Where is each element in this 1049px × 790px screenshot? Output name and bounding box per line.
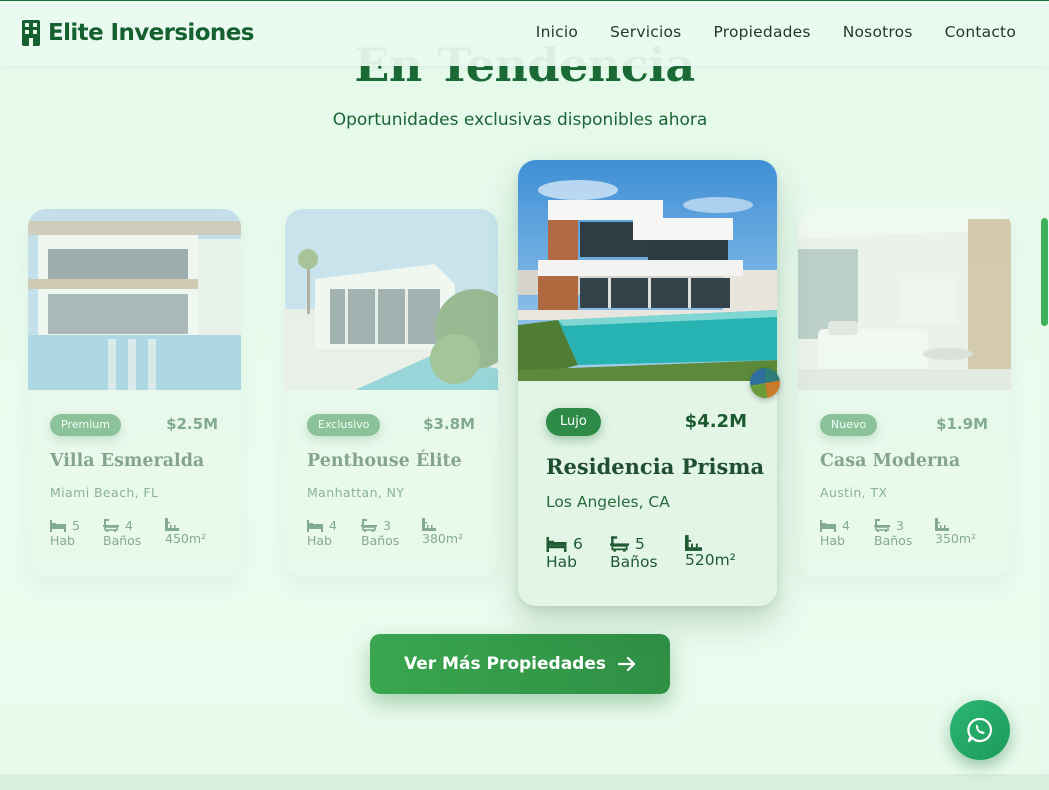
brand[interactable]: Elite Inversiones: [22, 18, 254, 48]
bath-icon: [361, 519, 377, 532]
beds-value: 6: [573, 535, 583, 553]
property-price: $1.9M: [936, 415, 988, 433]
property-badge: Lujo: [546, 408, 601, 436]
property-location: Austin, TX: [820, 485, 888, 500]
feature-area: 380m²: [422, 518, 463, 546]
property-location: Los Angeles, CA: [546, 493, 670, 511]
property-photo: [285, 209, 498, 390]
section-divider: [0, 774, 1049, 790]
scrollbar-thumb[interactable]: [1041, 218, 1048, 326]
ruler-icon: [935, 518, 949, 531]
property-badge: Premium: [50, 414, 121, 436]
bed-icon: [50, 519, 66, 532]
beds-label: Hab: [546, 553, 577, 571]
bath-icon: [874, 519, 890, 532]
ruler-icon: [422, 518, 436, 531]
area-value: 350m²: [935, 531, 977, 546]
baths-label: Baños: [361, 533, 400, 548]
arrow-right-icon: [618, 656, 636, 672]
beds-label: Hab: [50, 533, 75, 548]
property-photo: [28, 209, 241, 390]
feature-area: 450m²: [165, 518, 206, 546]
navbar: Elite Inversiones Inicio Servicios Propi…: [0, 0, 1049, 66]
bath-icon: [610, 536, 629, 552]
area-value: 450m²: [165, 531, 207, 546]
property-card-residencia-prisma[interactable]: Lujo $4.2M Residencia Prisma Los Angeles…: [518, 160, 777, 606]
feature-baths: 3 Baños: [874, 518, 912, 548]
scrollbar-track[interactable]: [1040, 66, 1049, 774]
feature-beds: 4 Hab: [307, 518, 337, 548]
baths-value: 4: [125, 518, 133, 533]
nav-link-nosotros[interactable]: Nosotros: [843, 23, 913, 41]
nav-link-inicio[interactable]: Inicio: [536, 23, 578, 41]
bed-icon: [307, 519, 323, 532]
baths-value: 3: [896, 518, 904, 533]
decorative-orb: [750, 368, 780, 398]
brand-name: Elite Inversiones: [48, 20, 254, 46]
property-badge: Nuevo: [820, 414, 878, 436]
property-card-penthouse-elite[interactable]: Exclusivo $3.8M Penthouse Élite Manhatta…: [285, 209, 498, 577]
property-card-casa-moderna[interactable]: Nuevo $1.9M Casa Moderna Austin, TX 4 Ha…: [798, 209, 1011, 577]
property-name: Casa Moderna: [820, 451, 961, 471]
beds-label: Hab: [307, 533, 332, 548]
property-price: $4.2M: [684, 411, 747, 432]
property-name: Residencia Prisma: [546, 454, 765, 479]
beds-value: 5: [72, 518, 80, 533]
bath-icon: [103, 519, 119, 532]
feature-baths: 3 Baños: [361, 518, 399, 548]
nav-link-propiedades[interactable]: Propiedades: [713, 23, 810, 41]
beds-value: 4: [842, 518, 850, 533]
property-badge: Exclusivo: [307, 414, 381, 436]
area-value: 520m²: [685, 551, 736, 569]
feature-baths: 4 Baños: [103, 518, 141, 548]
bed-icon: [546, 536, 567, 552]
building-icon: [22, 20, 40, 46]
baths-label: Baños: [103, 533, 142, 548]
property-price: $3.8M: [423, 415, 475, 433]
ruler-icon: [685, 535, 702, 551]
cta-label: Ver Más Propiedades: [404, 654, 606, 674]
whatsapp-button[interactable]: [950, 700, 1010, 760]
property-name: Villa Esmeralda: [50, 451, 205, 471]
area-value: 380m²: [422, 531, 464, 546]
property-photo: [798, 209, 1011, 390]
feature-baths: 5 Baños: [610, 535, 658, 571]
baths-value: 5: [635, 535, 645, 553]
beds-label: Hab: [820, 533, 845, 548]
feature-beds: 5 Hab: [50, 518, 80, 548]
feature-area: 520m²: [685, 535, 736, 569]
feature-area: 350m²: [935, 518, 976, 546]
beds-value: 4: [329, 518, 337, 533]
ruler-icon: [165, 518, 179, 531]
baths-value: 3: [383, 518, 391, 533]
property-photo: [518, 160, 777, 381]
feature-beds: 6 Hab: [546, 535, 583, 571]
nav-links: Inicio Servicios Propiedades Nosotros Co…: [536, 23, 1016, 41]
baths-label: Baños: [610, 553, 658, 571]
feature-beds: 4 Hab: [820, 518, 850, 548]
property-name: Penthouse Élite: [307, 451, 462, 471]
property-card-villa-esmeralda[interactable]: Premium $2.5M Villa Esmeralda Miami Beac…: [28, 209, 241, 577]
whatsapp-icon: [967, 717, 993, 743]
section-subtitle: Oportunidades exclusivas disponibles aho…: [332, 110, 708, 130]
nav-link-contacto[interactable]: Contacto: [945, 23, 1016, 41]
property-location: Manhattan, NY: [307, 485, 405, 500]
bed-icon: [820, 519, 836, 532]
nav-link-servicios[interactable]: Servicios: [610, 23, 681, 41]
baths-label: Baños: [874, 533, 913, 548]
property-price: $2.5M: [166, 415, 218, 433]
view-more-properties-button[interactable]: Ver Más Propiedades: [370, 634, 670, 694]
property-location: Miami Beach, FL: [50, 485, 159, 500]
